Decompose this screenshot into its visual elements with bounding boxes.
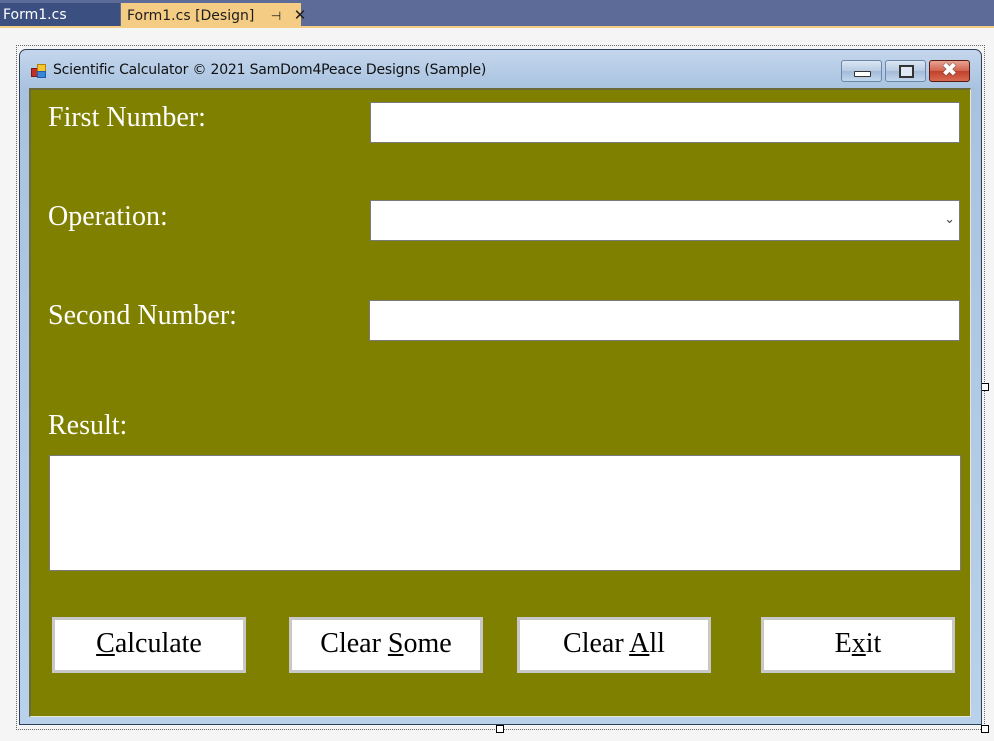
result-label: Result: xyxy=(48,410,128,441)
resize-handle-bottom-right[interactable] xyxy=(981,725,989,733)
button-mnemonic: A xyxy=(629,628,650,659)
resize-handle-right[interactable] xyxy=(981,383,989,391)
button-text: ll xyxy=(649,628,665,659)
tab-form1-code[interactable]: Form1.cs xyxy=(0,3,120,27)
button-mnemonic: C xyxy=(96,628,115,659)
button-text: Clear xyxy=(320,628,388,659)
title-bar[interactable]: Scientific Calculator © 2021 SamDom4Peac… xyxy=(20,50,981,88)
button-text: ome xyxy=(403,628,452,659)
second-number-label: Second Number: xyxy=(48,300,237,331)
form-client-area: First Number: Operation: ⌄ Second Number… xyxy=(29,88,971,717)
close-icon[interactable]: ✕ xyxy=(294,3,307,27)
close-window-button[interactable]: ✖ xyxy=(929,59,970,82)
button-text: alculate xyxy=(114,628,202,659)
minimize-icon xyxy=(854,71,871,77)
resize-handle-bottom[interactable] xyxy=(496,725,504,733)
close-icon: ✖ xyxy=(941,59,958,81)
tab-form1-design[interactable]: Form1.cs [Design] ⊣ ✕ xyxy=(121,3,306,28)
operation-dropdown[interactable]: ⌄ xyxy=(370,200,960,241)
first-number-input[interactable] xyxy=(370,102,960,143)
tab-strip-accent xyxy=(0,26,994,28)
window-title: Scientific Calculator © 2021 SamDom4Peac… xyxy=(53,62,487,78)
pin-icon[interactable]: ⊣ xyxy=(271,4,281,28)
first-number-label: First Number: xyxy=(48,102,206,133)
app-form-icon xyxy=(31,64,47,78)
exit-button[interactable]: Exit xyxy=(761,617,955,673)
button-text: E xyxy=(834,628,852,659)
calculate-button[interactable]: Calculate xyxy=(52,617,246,673)
maximize-icon xyxy=(899,65,914,78)
clear-some-button[interactable]: Clear Some xyxy=(289,617,483,673)
result-output[interactable] xyxy=(49,455,961,571)
document-tab-strip: Form1.cs Form1.cs [Design] ⊣ ✕ xyxy=(0,0,994,28)
button-text: Clear xyxy=(563,628,630,659)
clear-all-button[interactable]: Clear All xyxy=(517,617,711,673)
tab-label: Form1.cs xyxy=(3,7,67,23)
button-mnemonic: x xyxy=(851,628,866,659)
button-mnemonic: S xyxy=(387,628,404,659)
tab-label: Form1.cs [Design] xyxy=(127,8,255,24)
minimize-button[interactable] xyxy=(841,60,882,82)
form-window: Scientific Calculator © 2021 SamDom4Peac… xyxy=(19,49,982,725)
button-text: it xyxy=(865,628,882,659)
maximize-button[interactable] xyxy=(885,60,926,82)
second-number-input[interactable] xyxy=(369,300,960,341)
operation-label: Operation: xyxy=(48,201,168,232)
chevron-down-icon[interactable]: ⌄ xyxy=(944,211,955,227)
